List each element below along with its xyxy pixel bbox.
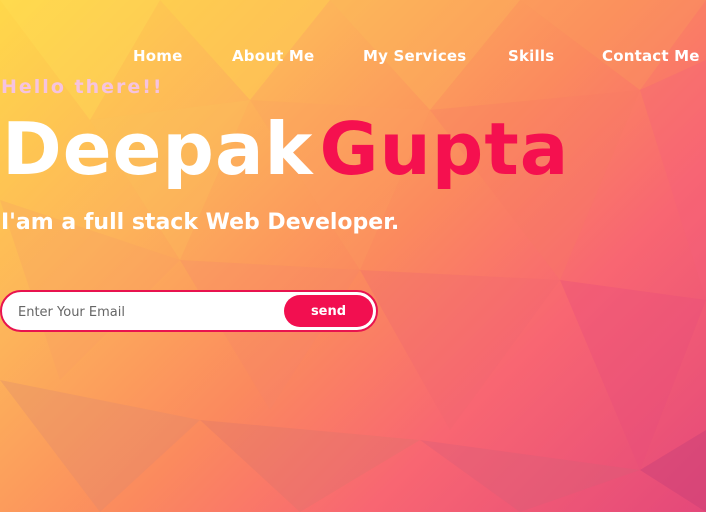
- hero-first-name: Deepak: [2, 107, 314, 191]
- send-button[interactable]: send: [284, 295, 373, 327]
- main-nav: Home About Me My Services Skills Contact…: [0, 47, 706, 69]
- email-input[interactable]: [16, 292, 280, 332]
- hero-name: DeepakGupta: [2, 104, 569, 194]
- hero-greeting: Hello there!!: [1, 76, 164, 98]
- nav-link-skills[interactable]: Skills: [508, 47, 554, 65]
- nav-link-my-services[interactable]: My Services: [363, 47, 466, 65]
- hero-tagline: I'am a full stack Web Developer.: [1, 210, 400, 235]
- nav-link-home[interactable]: Home: [133, 47, 182, 65]
- hero-last-name: Gupta: [319, 107, 570, 191]
- nav-link-contact-me[interactable]: Contact Me: [602, 47, 700, 65]
- nav-link-about-me[interactable]: About Me: [232, 47, 314, 65]
- email-subscribe-form: send: [0, 290, 378, 332]
